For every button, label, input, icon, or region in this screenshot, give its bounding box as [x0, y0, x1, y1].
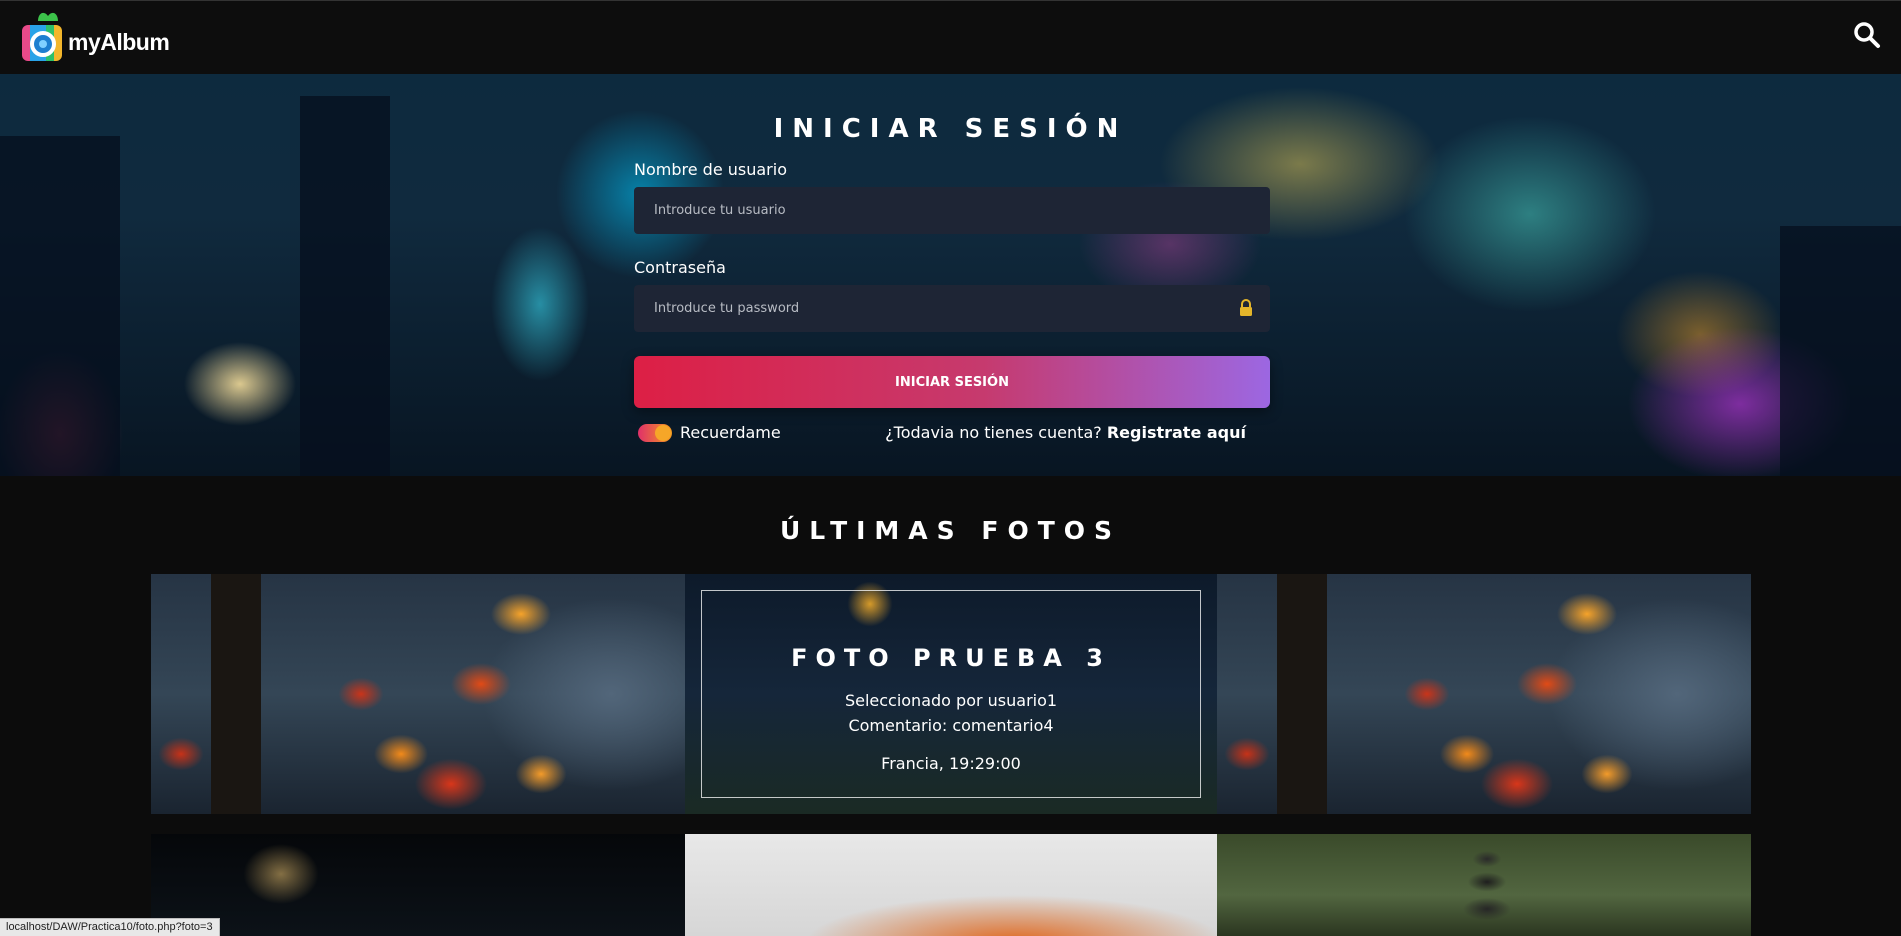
hero-decoration — [300, 96, 390, 476]
photo-comment: Comentario: comentario4 — [848, 716, 1054, 735]
username-input[interactable] — [634, 187, 1270, 234]
brand-name: myAlbum — [68, 28, 170, 55]
photo-title: FOTO PRUEBA 3 — [791, 644, 1111, 672]
register-question: ¿Todavia no tienes cuenta? — [885, 423, 1102, 442]
photo-place-time: Francia, 19:29:00 — [881, 754, 1021, 773]
browser-status-bar: localhost/DAW/Practica10/foto.php?foto=3 — [0, 918, 220, 936]
photo-tile[interactable] — [151, 834, 685, 936]
remember-toggle[interactable] — [638, 424, 672, 442]
photo-tile[interactable] — [1217, 834, 1751, 936]
photo-tile[interactable] — [1217, 574, 1751, 814]
login-button[interactable]: INICIAR SESIÓN — [634, 356, 1270, 408]
username-field-wrapper — [634, 187, 1270, 234]
username-label: Nombre de usuario — [634, 160, 787, 179]
lock-icon — [1238, 299, 1254, 317]
register-link[interactable]: Registrate aquí — [1107, 423, 1246, 442]
hero-decoration — [1780, 226, 1901, 476]
latest-photos-title: ÚLTIMAS FOTOS — [779, 516, 1122, 545]
photo-tile-featured[interactable]: FOTO PRUEBA 3 Seleccionado por usuario1 … — [685, 574, 1217, 814]
register-prompt: ¿Todavia no tienes cuenta? Registrate aq… — [885, 423, 1246, 442]
password-input[interactable] — [634, 285, 1270, 332]
photo-tile[interactable] — [685, 834, 1217, 936]
top-navbar: myAlbum — [0, 0, 1901, 74]
logo-icon — [22, 9, 62, 61]
login-form-footer: Recuerdame ¿Todavia no tienes cuenta? Re… — [634, 420, 1270, 450]
login-form: Nombre de usuario Contraseña INICIAR SES… — [634, 160, 1270, 450]
photo-tile[interactable] — [151, 574, 685, 814]
brand-logo[interactable]: myAlbum — [22, 9, 170, 61]
remember-label: Recuerdame — [680, 423, 781, 442]
hero-login-section: INICIAR SESIÓN Nombre de usuario Contras… — [0, 74, 1901, 476]
password-field-wrapper — [634, 285, 1270, 332]
password-label: Contraseña — [634, 258, 726, 277]
search-icon[interactable] — [1853, 21, 1881, 49]
login-title: INICIAR SESIÓN — [773, 114, 1128, 144]
hero-decoration — [0, 136, 120, 476]
photo-selected-by: Seleccionado por usuario1 — [844, 691, 1058, 710]
